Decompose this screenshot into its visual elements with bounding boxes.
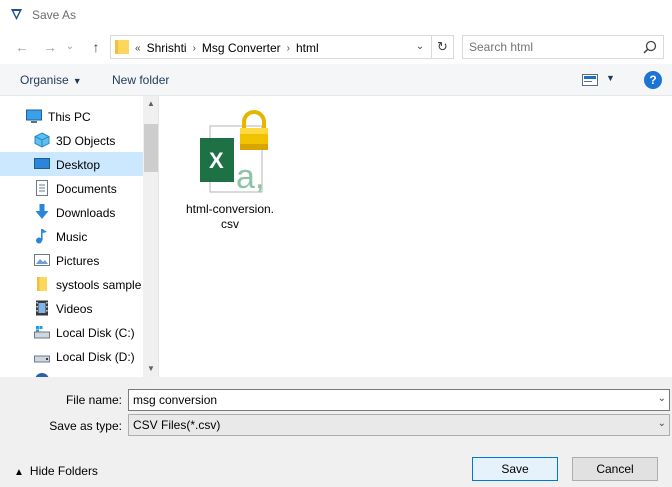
file-list[interactable]: X a, html-conversion. csv [160,96,672,377]
address-dropdown-icon[interactable]: ⌄ [411,38,429,56]
cancel-button[interactable]: Cancel [572,457,658,481]
view-options-icon[interactable] [582,74,598,86]
music-icon [36,229,47,244]
forward-arrow-icon[interactable]: → [40,38,60,56]
help-icon[interactable]: ? [644,71,662,89]
breadcrumb-item[interactable]: html [296,41,319,55]
breadcrumb-separator-icon[interactable]: › [287,43,290,54]
sidebar-item-label: Local Disk (C:) [56,326,135,340]
pictures-icon [34,254,50,266]
sidebar-item-label: Pictures [56,254,100,268]
scroll-thumb[interactable] [144,124,158,172]
computer-icon [26,109,42,123]
sidebar-item-label: Documents [56,182,117,196]
desktop-icon [34,158,50,169]
hide-folders-label: Hide Folders [29,464,98,478]
save-type-value: CSV Files(*.csv) [133,418,221,432]
chevron-down-icon[interactable]: ⌄ [658,418,666,429]
save-type-field-label: Save as type: [49,419,122,433]
document-icon [36,180,48,196]
sidebar-item-label: Downloads [56,206,116,220]
file-item[interactable]: X a, html-conversion. csv [182,108,278,232]
organise-button[interactable]: Organise ▼ [20,73,82,87]
cube-icon [34,132,50,148]
search-icon[interactable] [643,40,657,54]
search-box[interactable] [462,35,664,59]
up-arrow-icon[interactable]: ↑ [86,38,106,56]
title-bar: Save As [0,0,672,30]
app-logo-icon [11,9,22,20]
command-bar: Organise ▼ New folder ▼ ? [0,64,672,96]
file-name-label: html-conversion. csv [182,202,278,232]
scroll-up-icon[interactable]: ▲ [143,96,158,112]
sidebar-item-label: Music [56,230,88,244]
svg-text:X: X [209,148,224,173]
sidebar-item-downloads[interactable]: Downloads [0,200,143,224]
disk-icon [34,355,50,363]
window-title: Save As [32,8,77,22]
save-button[interactable]: Save [472,457,558,481]
refresh-icon[interactable]: ↻ [431,36,453,58]
sidebar-item-label: Desktop [56,158,101,172]
sidebar-item-label: Videos [56,302,93,316]
save-options-panel: File name: ⌄ Save as type: CSV Files(*.c… [0,377,672,487]
sidebar-item-3d-objects[interactable]: 3D Objects [0,128,143,152]
file-name-combobox[interactable]: ⌄ [128,389,670,411]
download-icon [35,204,49,219]
sidebar-item-videos[interactable]: Videos [0,296,143,320]
sidebar-scrollbar[interactable]: ▲ ▼ [143,96,158,377]
back-arrow-icon[interactable]: ← [12,38,32,56]
sidebar-item-this-pc[interactable]: This PC [0,104,143,128]
sidebar-item-local-disk-d[interactable]: Local Disk (D:) [0,344,143,368]
breadcrumb-item[interactable]: Shrishti [147,41,187,55]
recent-locations-chevron-icon[interactable]: ⌄ [60,38,80,56]
excel-csv-locked-icon: X a, [200,110,268,196]
caret-down-icon: ▼ [72,76,82,86]
sidebar-item-partial[interactable] [0,368,143,377]
chevron-down-icon[interactable]: ⌄ [658,393,666,404]
search-input[interactable] [469,39,639,55]
address-bar[interactable]: « Shrishti › Msg Converter › html ⌄ ↻ [110,35,454,59]
breadcrumb-item[interactable]: Msg Converter [202,41,281,55]
sidebar-item-pictures[interactable]: Pictures [0,248,143,272]
new-folder-button[interactable]: New folder [112,73,169,87]
sidebar-item-desktop[interactable]: Desktop [0,152,143,176]
file-name-line: html-conversion. [185,202,275,216]
overflow-chevron-icon[interactable]: « [135,43,141,54]
breadcrumb: « Shrishti › Msg Converter › html [135,41,325,55]
organise-label: Organise [20,73,69,87]
file-name-field-label: File name: [65,393,122,407]
scroll-down-icon[interactable]: ▼ [143,361,158,377]
sidebar-item-label: systools sample [56,278,142,292]
navigation-pane[interactable]: This PC 3D Objects Desktop Documents Dow… [0,96,159,377]
folder-icon [37,277,47,291]
folder-icon [115,40,129,54]
file-name-input[interactable] [133,392,643,408]
sidebar-item-label: 3D Objects [56,134,116,148]
sidebar-item-music[interactable]: Music [0,224,143,248]
hide-folders-button[interactable]: ▲ Hide Folders [14,464,98,478]
video-icon [36,300,48,316]
chevron-up-icon: ▲ [14,467,24,478]
sidebar-item-systools-sample[interactable]: systools sample [0,272,143,296]
file-name-line: csv [221,217,239,231]
disk-icon [34,326,50,339]
svg-text:a,: a, [236,158,264,196]
sidebar-item-label: This PC [48,110,91,124]
sidebar-item-label: Local Disk (D:) [56,350,135,364]
sidebar-item-local-disk-c[interactable]: Local Disk (C:) [0,320,143,344]
view-caret-down-icon[interactable]: ▼ [606,73,615,83]
sidebar-item-documents[interactable]: Documents [0,176,143,200]
breadcrumb-separator-icon[interactable]: › [193,43,196,54]
save-type-select[interactable]: CSV Files(*.csv) ⌄ [128,414,670,436]
